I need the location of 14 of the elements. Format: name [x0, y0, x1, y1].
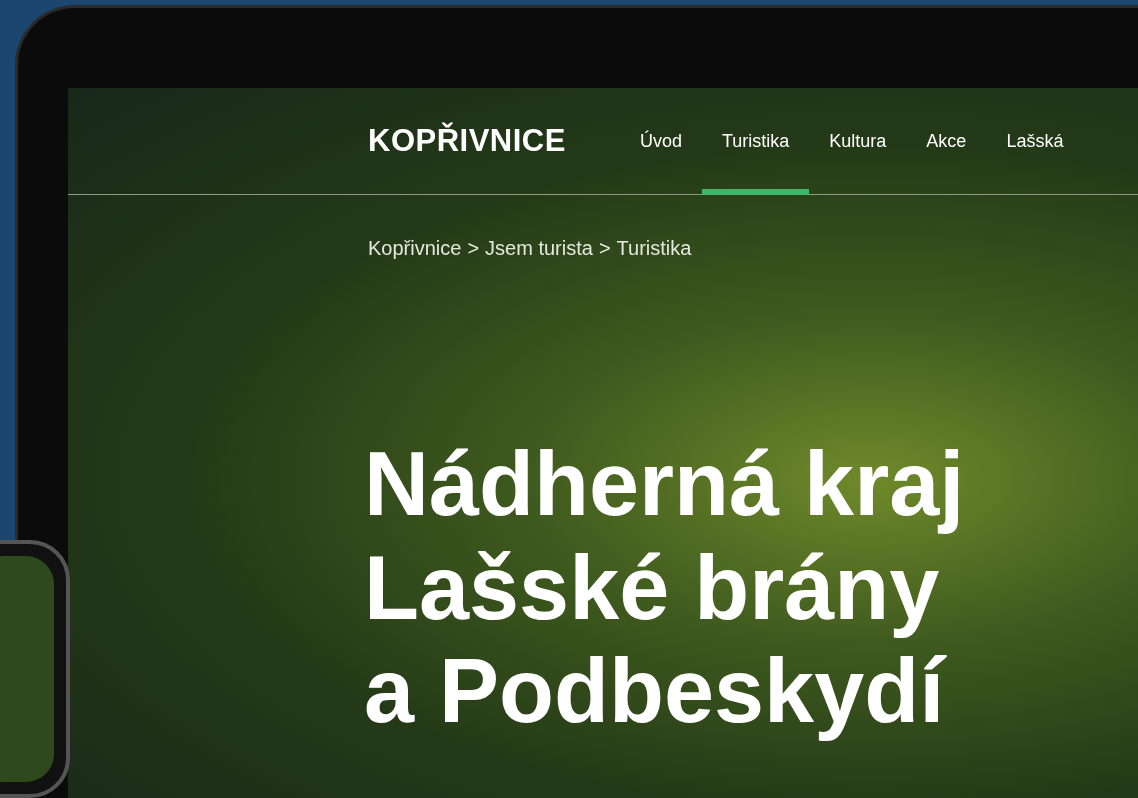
- breadcrumb-separator: >: [598, 236, 611, 261]
- nav-link[interactable]: Kultura: [809, 87, 907, 195]
- breadcrumb-separator: >: [467, 236, 480, 261]
- site-logo[interactable]: KOPŘIVNICE: [368, 117, 566, 165]
- headline-line: Lašské brány: [364, 536, 941, 640]
- headline-line: Nádherná kraj: [364, 433, 966, 536]
- breadcrumb-link[interactable]: Kopřivnice: [368, 233, 462, 263]
- nav-link[interactable]: Turistika: [701, 87, 810, 195]
- headline-line: a Podbeskydí: [364, 640, 948, 743]
- breadcrumb-link[interactable]: Turistika: [616, 233, 692, 263]
- nav-link[interactable]: Akce: [906, 87, 987, 195]
- nav-link[interactable]: Lašská: [986, 87, 1084, 195]
- breadcrumb-link[interactable]: Jsem turista: [485, 233, 593, 263]
- nav-link[interactable]: Úvod: [619, 87, 702, 195]
